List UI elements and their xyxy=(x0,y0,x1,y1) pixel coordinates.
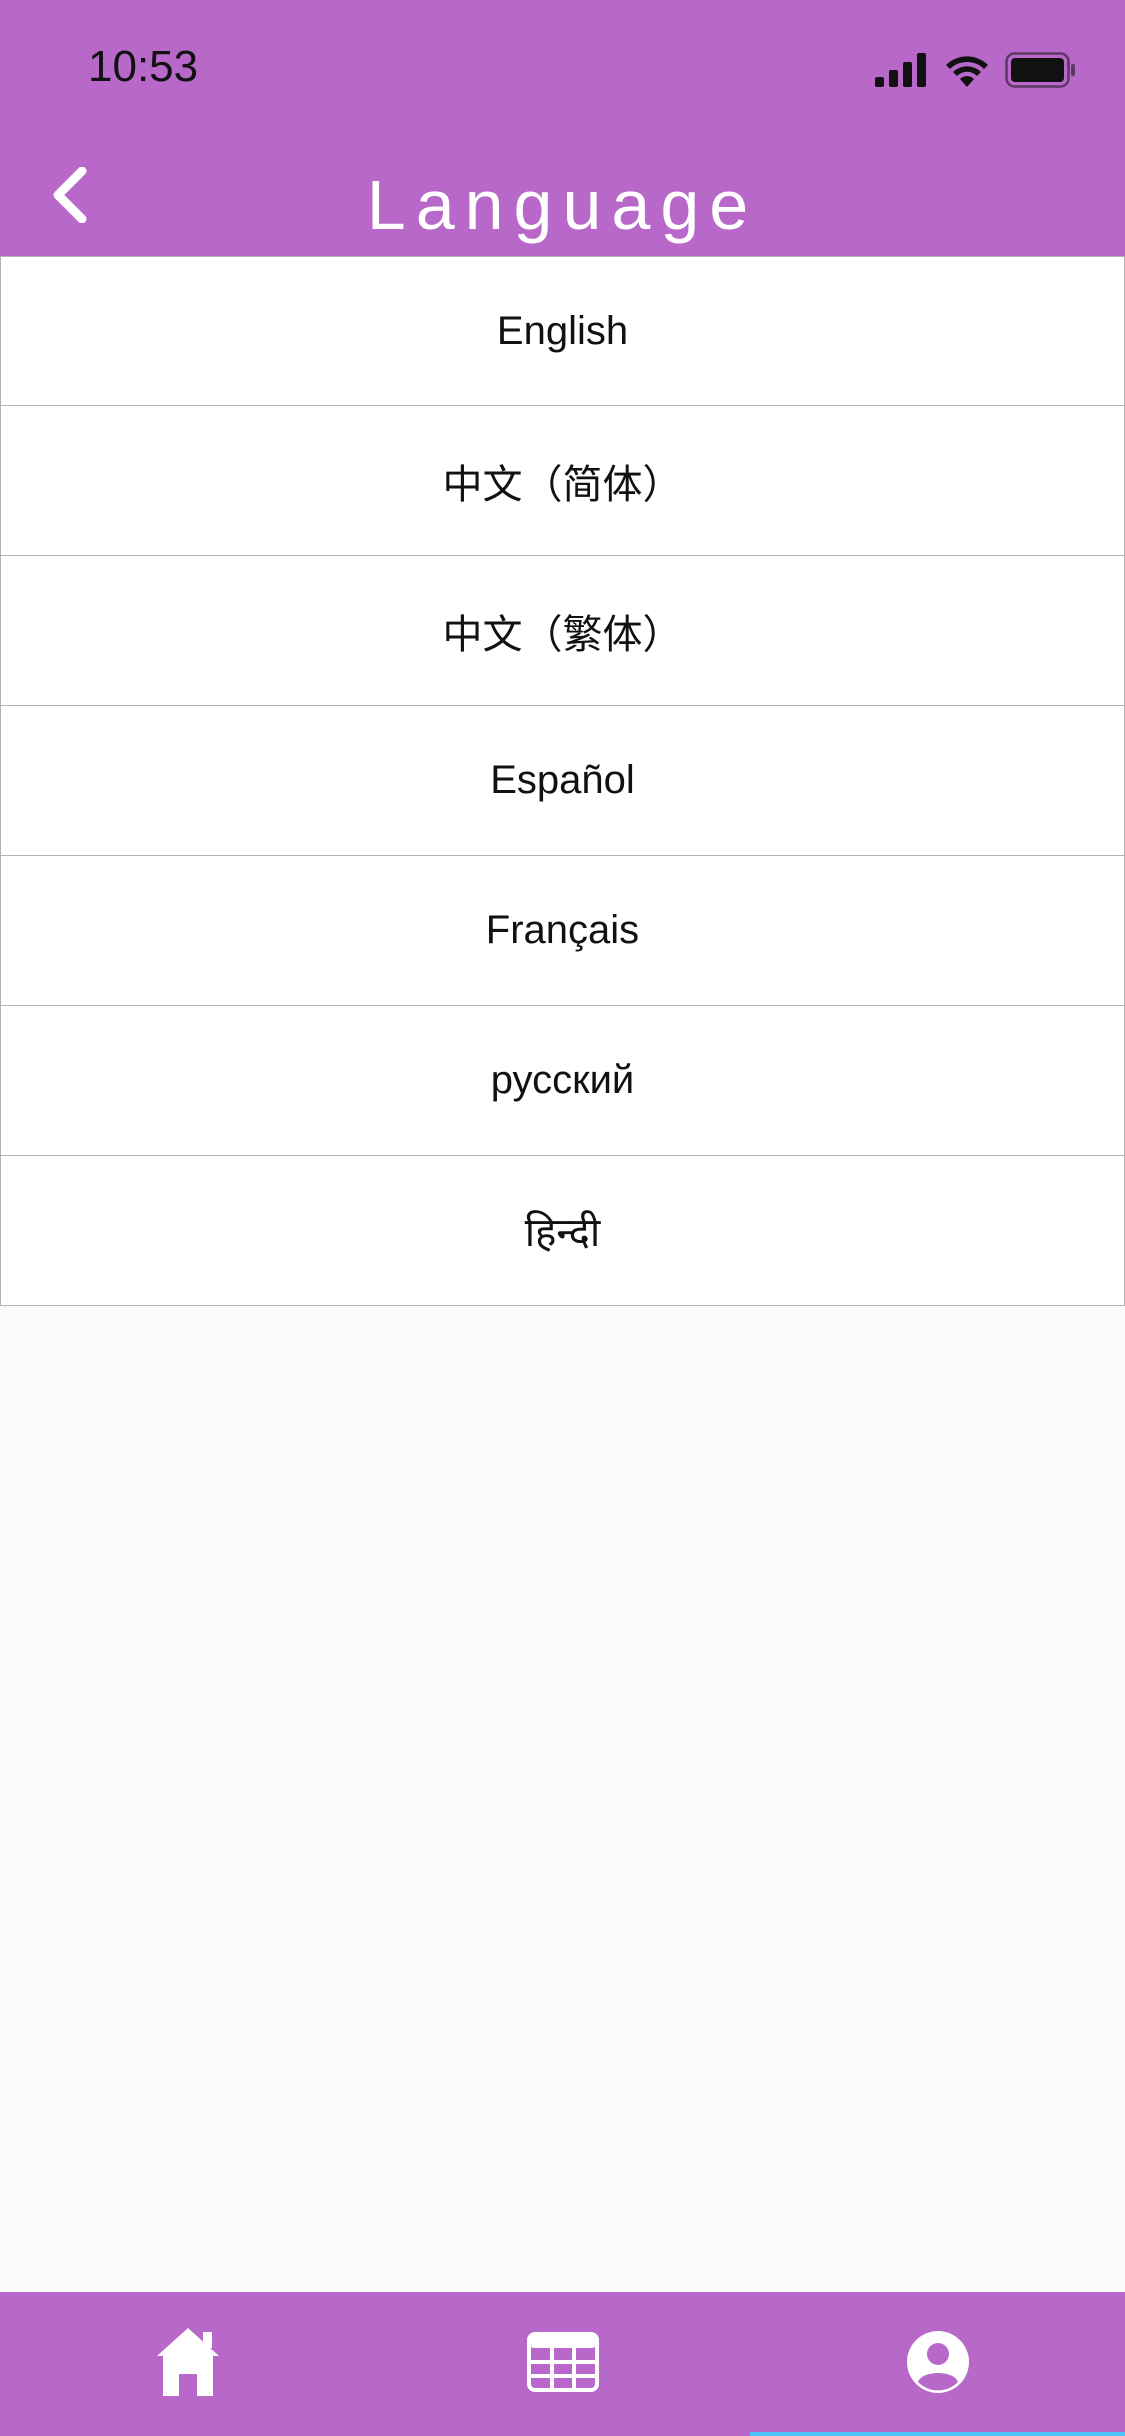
cellular-signal-icon xyxy=(875,52,929,92)
language-list: English 中文（简体） 中文（繁体） Español Français р… xyxy=(0,256,1125,1306)
battery-icon xyxy=(1005,51,1077,93)
tab-home[interactable] xyxy=(0,2292,375,2436)
language-option-hindi[interactable]: हिन्दी xyxy=(0,1156,1125,1306)
tab-schedule[interactable] xyxy=(375,2292,750,2436)
language-option-chinese-simplified[interactable]: 中文（简体） xyxy=(0,406,1125,556)
table-icon xyxy=(526,2331,599,2397)
active-tab-indicator xyxy=(750,2432,1125,2436)
language-option-russian[interactable]: русский xyxy=(0,1006,1125,1156)
status-time: 10:53 xyxy=(88,42,199,91)
page-title: Language xyxy=(366,166,759,244)
bottom-tab-bar xyxy=(0,2292,1125,2436)
status-icons xyxy=(875,50,1077,94)
language-option-chinese-traditional[interactable]: 中文（繁体） xyxy=(0,556,1125,706)
wifi-icon xyxy=(945,53,989,92)
home-icon xyxy=(155,2326,221,2403)
language-option-english[interactable]: English xyxy=(0,256,1125,406)
app-header: 10:53 Language xyxy=(0,0,1125,256)
account-icon xyxy=(906,2330,970,2399)
language-option-french[interactable]: Français xyxy=(0,856,1125,1006)
language-option-spanish[interactable]: Español xyxy=(0,706,1125,856)
tab-account[interactable] xyxy=(750,2292,1125,2436)
